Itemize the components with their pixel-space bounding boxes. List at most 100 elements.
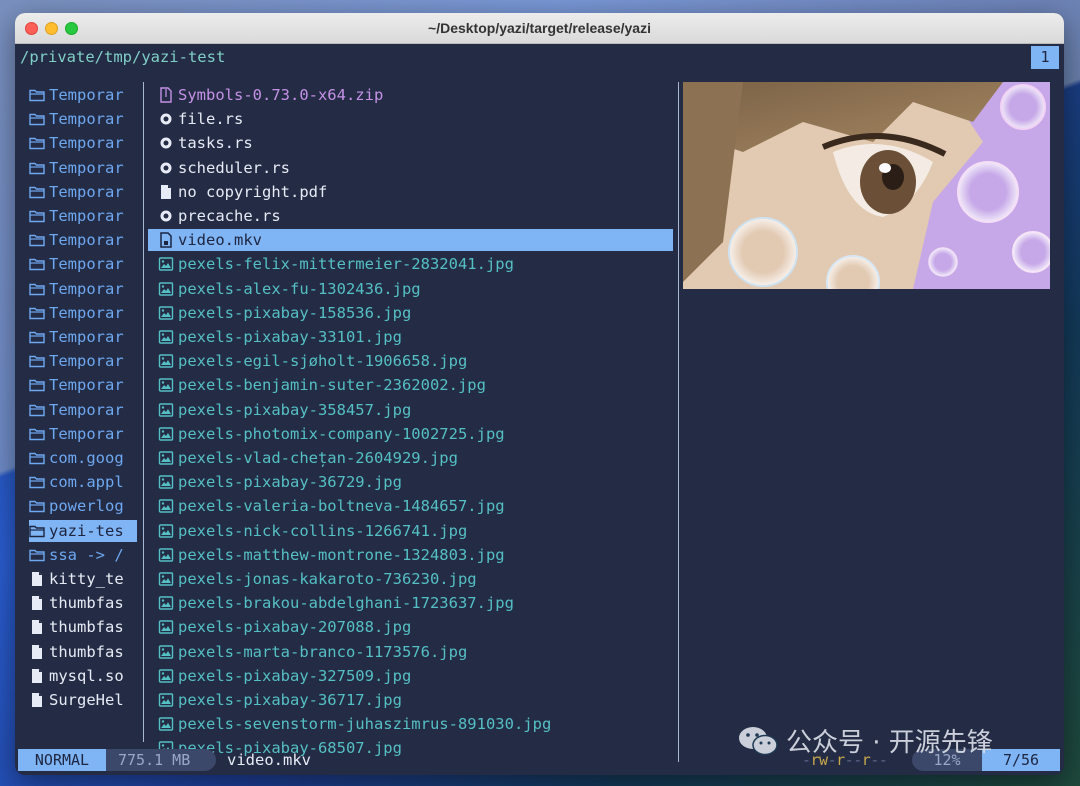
image-icon: [158, 426, 174, 442]
item-label: file.rs: [178, 110, 244, 129]
parent-list-item[interactable]: Temporar: [29, 326, 137, 348]
folder-icon: [29, 523, 45, 539]
item-label: Temporar: [49, 182, 124, 201]
item-label: Temporar: [49, 279, 124, 298]
parent-list-item[interactable]: Temporar: [29, 84, 137, 106]
watermark: 公众号 · 开源先锋: [738, 722, 993, 762]
file-list-item[interactable]: pexels-benjamin-suter-2362002.jpg: [148, 374, 673, 396]
parent-list-item[interactable]: Temporar: [29, 253, 137, 275]
tab-indicator[interactable]: 1: [1031, 46, 1059, 69]
file-icon: [29, 644, 45, 660]
item-label: thumbfas: [49, 594, 124, 613]
image-icon: [158, 595, 174, 611]
file-list-item[interactable]: pexels-pixabay-327509.jpg: [148, 665, 673, 687]
file-list-item[interactable]: scheduler.rs: [148, 157, 673, 179]
image-icon: [158, 644, 174, 660]
item-label: Temporar: [49, 207, 124, 225]
item-label: pexels-pixabay-207088.jpg: [178, 618, 412, 637]
file-list-item[interactable]: pexels-matthew-montrone-1324803.jpg: [148, 544, 673, 566]
parent-list-item[interactable]: com.appl: [29, 471, 137, 493]
parent-list-item[interactable]: SurgeHel: [29, 689, 137, 711]
item-label: ssa -> /: [49, 545, 124, 564]
item-label: SurgeHel: [49, 691, 124, 709]
file-list-item[interactable]: pexels-pixabay-358457.jpg: [148, 399, 673, 421]
folder-icon: [29, 305, 45, 321]
video-icon: [158, 232, 174, 248]
image-icon: [158, 305, 174, 321]
parent-list-item[interactable]: mysql.so: [29, 665, 137, 687]
yazi-file-manager: /private/tmp/yazi-test 1 Temporar Tempora…: [15, 44, 1064, 775]
parent-list-item[interactable]: Temporar: [29, 229, 137, 251]
pane-divider: [143, 82, 144, 742]
parent-list-item[interactable]: Temporar: [29, 374, 137, 396]
file-list-item[interactable]: Symbols-0.73.0-x64.zip: [148, 84, 673, 106]
item-label: com.appl: [49, 473, 124, 492]
item-label: pexels-benjamin-suter-2362002.jpg: [178, 376, 486, 395]
item-label: precache.rs: [178, 207, 281, 225]
item-label: pexels-pixabay-158536.jpg: [178, 303, 412, 322]
item-label: pexels-brakou-abdelghani-1723637.jpg: [178, 594, 514, 613]
file-list-item[interactable]: pexels-alex-fu-1302436.jpg: [148, 278, 673, 300]
file-list-item[interactable]: file.rs: [148, 108, 673, 130]
folder-icon: [29, 111, 45, 127]
folder-icon: [29, 377, 45, 393]
parent-list-item[interactable]: Temporar: [29, 181, 137, 203]
folder-icon: [29, 547, 45, 563]
current-path: /private/tmp/yazi-test: [20, 48, 226, 66]
parent-list-item[interactable]: yazi-tes: [29, 519, 137, 542]
item-label: Temporar: [49, 86, 124, 104]
parent-list-item[interactable]: Temporar: [29, 108, 137, 130]
file-list-item[interactable]: pexels-felix-mittermeier-2832041.jpg: [148, 253, 673, 275]
item-label: no copyright.pdf: [178, 182, 328, 201]
file-list-item[interactable]: pexels-valeria-boltneva-1484657.jpg: [148, 495, 673, 517]
item-label: tasks.rs: [178, 134, 253, 153]
parent-list-item[interactable]: ssa -> /: [29, 544, 137, 566]
folder-icon: [29, 87, 45, 103]
parent-list-item[interactable]: com.goog: [29, 447, 137, 469]
file-list-item[interactable]: pexels-marta-branco-1173576.jpg: [148, 641, 673, 663]
file-list-item[interactable]: pexels-pixabay-33101.jpg: [148, 326, 673, 348]
terminal-window: ~/Desktop/yazi/target/release/yazi /priv…: [15, 13, 1064, 775]
file-list-item[interactable]: pexels-pixabay-36717.jpg: [148, 689, 673, 711]
file-list-item[interactable]: tasks.rs: [148, 132, 673, 154]
file-list-item[interactable]: pexels-vlad-chețan-2604929.jpg: [148, 447, 673, 469]
item-label: pexels-vlad-chețan-2604929.jpg: [178, 449, 458, 467]
file-list-item[interactable]: precache.rs: [148, 205, 673, 227]
file-icon: [29, 595, 45, 611]
parent-list-item[interactable]: Temporar: [29, 278, 137, 300]
parent-list-item[interactable]: Temporar: [29, 350, 137, 372]
parent-list-item[interactable]: powerlog: [29, 495, 137, 517]
image-icon: [158, 668, 174, 684]
item-label: mysql.so: [49, 666, 124, 685]
item-label: pexels-valeria-boltneva-1484657.jpg: [178, 497, 505, 516]
image-icon: [158, 547, 174, 563]
file-list-item[interactable]: pexels-sevenstorm-juhaszimrus-891030.jpg: [148, 713, 673, 735]
parent-list-item[interactable]: Temporar: [29, 423, 137, 445]
parent-list-item[interactable]: Temporar: [29, 132, 137, 154]
parent-list-item[interactable]: Temporar: [29, 157, 137, 179]
file-list-item[interactable]: pexels-jonas-kakaroto-736230.jpg: [148, 568, 673, 590]
parent-list-item[interactable]: Temporar: [29, 205, 137, 227]
folder-icon: [29, 135, 45, 151]
file-list-item[interactable]: pexels-pixabay-207088.jpg: [148, 616, 673, 638]
parent-list-item[interactable]: Temporar: [29, 399, 137, 421]
file-list-item[interactable]: pexels-brakou-abdelghani-1723637.jpg: [148, 592, 673, 614]
file-list-item[interactable]: pexels-nick-collins-1266741.jpg: [148, 520, 673, 542]
image-icon: [158, 402, 174, 418]
file-list-item[interactable]: pexels-egil-sjøholt-1906658.jpg: [148, 350, 673, 372]
parent-list-item[interactable]: thumbfas: [29, 592, 137, 614]
item-label: Temporar: [49, 424, 124, 443]
parent-list-item[interactable]: kitty_te: [29, 568, 137, 590]
file-list-item[interactable]: no copyright.pdf: [148, 181, 673, 203]
item-label: pexels-nick-collins-1266741.jpg: [178, 521, 468, 540]
parent-list-item[interactable]: thumbfas: [29, 641, 137, 663]
folder-icon: [29, 256, 45, 272]
rust-icon: [158, 111, 174, 127]
parent-list-item[interactable]: Temporar: [29, 302, 137, 324]
parent-list-item[interactable]: thumbfas: [29, 616, 137, 638]
file-list-item[interactable]: pexels-pixabay-158536.jpg: [148, 302, 673, 324]
file-list-item[interactable]: pexels-photomix-company-1002725.jpg: [148, 423, 673, 445]
item-label: Symbols-0.73.0-x64.zip: [178, 86, 384, 104]
file-list-item[interactable]: video.mkv: [148, 229, 673, 252]
file-list-item[interactable]: pexels-pixabay-36729.jpg: [148, 471, 673, 493]
